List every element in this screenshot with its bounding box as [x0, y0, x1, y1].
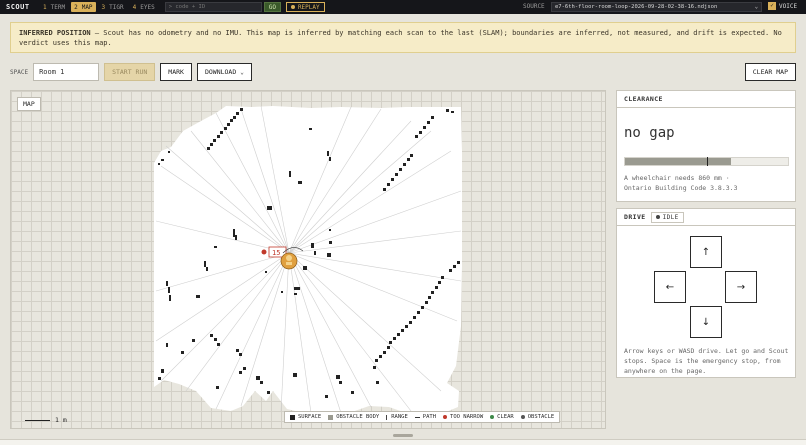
arrow-down-icon: ↓: [701, 316, 711, 328]
app-brand: SCOUT: [6, 3, 30, 11]
banner-text: — Scout has no odometry and no IMU. This…: [19, 29, 782, 47]
legend-too-narrow: TOO NARROW: [443, 414, 483, 420]
drive-note: Arrow keys or WASD drive. Let go and Sco…: [624, 347, 789, 375]
tab-label: MAP: [81, 3, 93, 11]
tab-label: EYES: [140, 3, 155, 11]
replay-label: REPLAY: [297, 3, 320, 11]
map-legend: SURFACE OBSTACLE BODY RANGE PATH TOO NAR…: [284, 411, 561, 423]
code-input[interactable]: [164, 2, 262, 12]
drive-header: DRIVE IDLE: [617, 209, 795, 226]
tab-number: 4: [132, 3, 137, 11]
arrow-right-icon: →: [736, 281, 746, 293]
clearance-gauge-fill: [625, 158, 731, 165]
legend-range: RANGE: [386, 414, 408, 420]
download-label: DOWNLOAD: [204, 68, 237, 76]
clear-dot-icon: [490, 415, 495, 419]
tab-label: TERM: [50, 3, 66, 11]
legend-path-label: PATH: [422, 414, 437, 420]
drive-right-button[interactable]: →: [725, 271, 757, 303]
go-button[interactable]: GO: [263, 2, 281, 12]
legend-clear-label: CLEAR: [497, 414, 514, 420]
surface-swatch-icon: [290, 414, 295, 420]
checkbox-checked-icon: ✓: [768, 2, 776, 10]
tab-number: 1: [43, 3, 47, 11]
space-label: SPACE: [10, 68, 29, 76]
source-label: SOURCE: [523, 3, 545, 10]
clearance-gauge-marker: [706, 157, 708, 166]
legend-surface: SURFACE: [290, 414, 321, 420]
tab-map[interactable]: 2 MAP: [71, 2, 96, 12]
legend-range-label: RANGE: [391, 414, 408, 420]
too-narrow-dot-icon: [261, 249, 267, 255]
clear-map-button[interactable]: CLEAR MAP: [744, 63, 796, 81]
too-narrow-dot-icon: [443, 415, 448, 419]
map-tag: MAP: [17, 97, 41, 111]
mark-button[interactable]: MARK: [160, 63, 192, 81]
drive-status-badge: IDLE: [650, 211, 684, 223]
obstacle-body-swatch-icon: [328, 414, 334, 420]
status-dot-icon: [655, 215, 660, 219]
legend-path: PATH: [414, 414, 437, 420]
drive-status-label: IDLE: [662, 213, 679, 221]
replay-button[interactable]: REPLAY: [285, 2, 325, 12]
obstacle-dot-icon: [520, 415, 525, 419]
arrow-left-icon: ←: [665, 281, 675, 293]
tab-label: TIGR: [109, 3, 124, 11]
drawer-handle[interactable]: [393, 434, 413, 437]
clearance-note: A wheelchair needs 860 mm · Ontario Buil…: [624, 173, 738, 193]
scale-line: [25, 419, 50, 421]
tab-eyes[interactable]: 4 EYES: [130, 2, 158, 12]
chevron-down-icon: ⌄: [754, 4, 758, 10]
drive-down-button[interactable]: ↓: [690, 306, 722, 338]
clearance-value: no gap: [624, 125, 675, 141]
clearance-card: CLEARANCE no gap A wheelchair needs 860 …: [616, 90, 796, 202]
scale-bar: 1 m: [25, 416, 67, 424]
tab-number: 3: [101, 3, 106, 11]
scale-label: 1 m: [55, 416, 67, 424]
legend-obstacle-body-label: OBSTACLE BODY: [336, 414, 380, 420]
legend-obstacle-body: OBSTACLE BODY: [328, 414, 379, 420]
inferred-position-banner: INFERRED POSITION — Scout has no odometr…: [10, 22, 796, 53]
legend-obstacle-label: OBSTACLE: [527, 414, 555, 420]
drive-up-button[interactable]: ↑: [690, 236, 722, 268]
drive-title: DRIVE: [624, 213, 646, 221]
banner-title: INFERRED POSITION: [19, 29, 91, 37]
clearance-gauge: [624, 157, 789, 166]
arrow-up-icon: ↑: [701, 246, 711, 258]
path-line-icon: [414, 416, 420, 418]
drive-card: DRIVE IDLE ↑ ← → ↓ Arrow keys or WASD dr…: [616, 208, 796, 378]
top-bar: SCOUT 1TERM 2MAP 3TIGR 4EYES GO REPLAY S…: [0, 0, 806, 14]
start-run-button[interactable]: START RUN: [104, 63, 156, 81]
tab-tigr[interactable]: 3 TIGR: [99, 2, 127, 12]
drive-left-button[interactable]: ←: [654, 271, 686, 303]
chevron-down-icon: ⌄: [240, 68, 244, 76]
clearance-note-line2: Ontario Building Code 3.8.3.3: [624, 184, 738, 192]
legend-obstacle: OBSTACLE: [520, 414, 555, 420]
download-button[interactable]: DOWNLOAD ⌄: [196, 63, 252, 81]
tab-number: 2: [74, 3, 78, 11]
robot-badge-label: 15: [272, 249, 280, 257]
map-canvas[interactable]: 15: [11, 91, 606, 429]
voice-label: VOICE: [779, 2, 798, 10]
legend-clear: CLEAR: [490, 414, 514, 420]
bottom-drawer[interactable]: [0, 439, 806, 445]
legend-surface-label: SURFACE: [298, 414, 322, 420]
source-select[interactable]: e7-6th-floor-room-loop-2026-09-28-02-38-…: [551, 2, 762, 12]
replay-dot-icon: [290, 5, 295, 9]
tab-term[interactable]: 1 TERM: [40, 2, 68, 12]
clearance-title: CLEARANCE: [617, 91, 795, 108]
clearance-note-line1: A wheelchair needs 860 mm ·: [624, 174, 730, 182]
legend-too-narrow-label: TOO NARROW: [450, 414, 484, 420]
voice-toggle[interactable]: ✓ VOICE: [768, 2, 797, 10]
map-panel[interactable]: 15 MAP 1 m SURFACE OBSTACLE BODY RANGE P…: [10, 90, 606, 429]
range-line-icon: [386, 414, 388, 420]
space-input[interactable]: [33, 63, 100, 81]
controls-row: SPACE START RUN MARK DOWNLOAD⌄ CLEAR MAP: [10, 63, 796, 81]
source-value: e7-6th-floor-room-loop-2026-09-28-02-38-…: [555, 4, 718, 10]
